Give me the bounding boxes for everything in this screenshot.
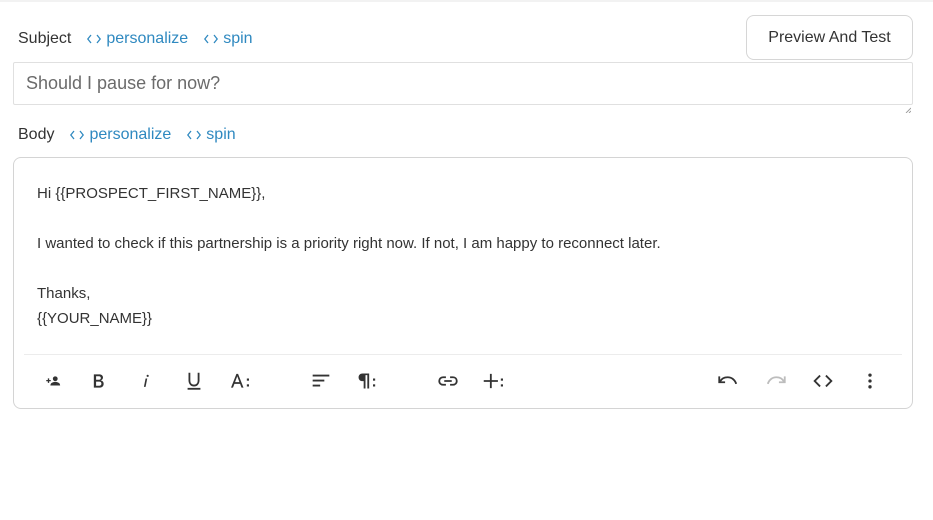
subject-spin-label: spin bbox=[223, 30, 253, 47]
subject-personalize-label: personalize bbox=[106, 30, 189, 47]
email-body-editor[interactable]: Hi {{PROSPECT_FIRST_NAME}}, I wanted to … bbox=[13, 157, 913, 409]
subject-label: Subject bbox=[18, 30, 72, 47]
align-icon[interactable] bbox=[308, 368, 334, 394]
subject-input-value: Should I pause for now? bbox=[26, 73, 221, 93]
body-line bbox=[37, 256, 661, 281]
insert-more-icon[interactable] bbox=[482, 368, 508, 394]
undo-icon[interactable] bbox=[715, 368, 741, 394]
body-spin-label: spin bbox=[206, 126, 236, 143]
editor-content[interactable]: Hi {{PROSPECT_FIRST_NAME}}, I wanted to … bbox=[37, 181, 661, 331]
body-line bbox=[37, 206, 661, 231]
font-size-icon[interactable] bbox=[228, 368, 254, 394]
underline-icon[interactable] bbox=[181, 368, 207, 394]
bold-icon[interactable] bbox=[85, 368, 111, 394]
code-brackets-icon bbox=[87, 34, 102, 44]
body-line: {{YOUR_NAME}} bbox=[37, 310, 153, 327]
add-person-icon[interactable] bbox=[40, 368, 66, 394]
subject-personalize-link[interactable]: personalize bbox=[87, 30, 188, 48]
resize-handle-icon[interactable] bbox=[905, 97, 912, 114]
subject-spin-link[interactable]: spin bbox=[204, 30, 253, 48]
code-brackets-icon bbox=[70, 130, 85, 140]
italic-icon[interactable] bbox=[133, 368, 159, 394]
code-view-icon[interactable] bbox=[810, 368, 836, 394]
body-personalize-link[interactable]: personalize bbox=[70, 126, 171, 144]
code-brackets-icon bbox=[204, 34, 219, 44]
body-line: I wanted to check if this partnership is… bbox=[37, 235, 661, 252]
code-brackets-icon bbox=[187, 130, 202, 140]
redo-icon bbox=[763, 368, 789, 394]
body-label-row: Body personalize spin bbox=[18, 124, 252, 146]
body-line: Hi {{PROSPECT_FIRST_NAME}}, bbox=[37, 185, 266, 202]
link-icon[interactable] bbox=[435, 368, 461, 394]
body-label: Body bbox=[18, 126, 55, 143]
subject-label-row: Subject personalize spin bbox=[18, 28, 269, 50]
body-line: Thanks, bbox=[37, 285, 91, 302]
top-divider bbox=[0, 0, 933, 2]
preview-and-test-button[interactable]: Preview And Test bbox=[746, 15, 913, 60]
body-spin-link[interactable]: spin bbox=[187, 126, 236, 144]
more-vertical-icon[interactable] bbox=[857, 368, 883, 394]
subject-input[interactable]: Should I pause for now? bbox=[13, 62, 913, 114]
body-personalize-label: personalize bbox=[89, 126, 172, 143]
paragraph-icon[interactable] bbox=[355, 368, 381, 394]
toolbar-divider bbox=[24, 354, 902, 355]
